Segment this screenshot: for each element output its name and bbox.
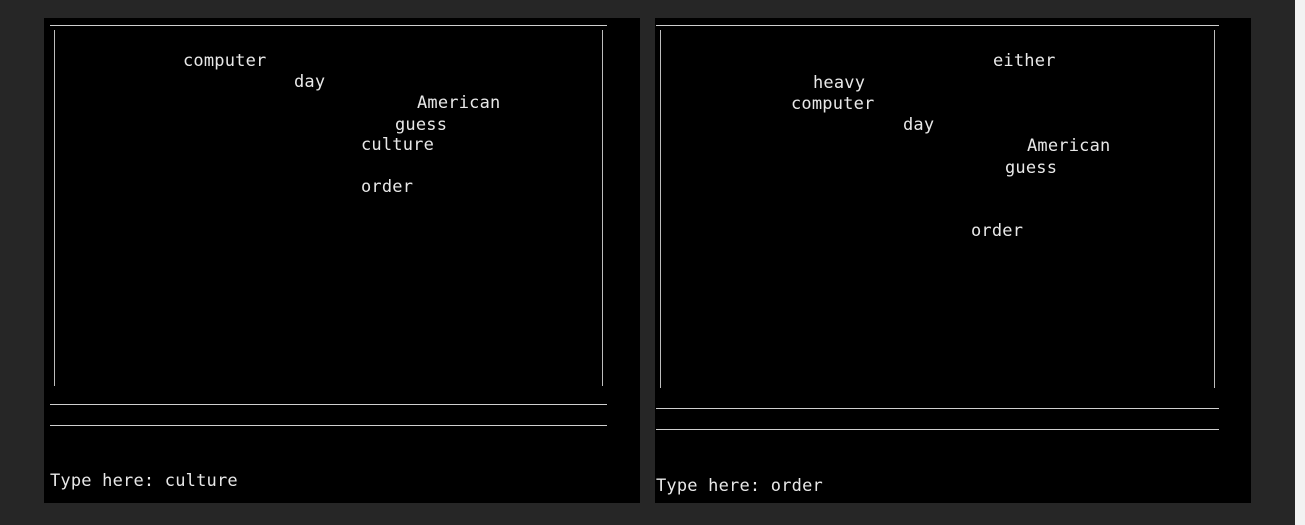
falling-word: day bbox=[294, 72, 326, 92]
falling-word: culture bbox=[361, 135, 435, 155]
falling-word: guess bbox=[1005, 158, 1058, 178]
falling-word: computer bbox=[791, 94, 875, 114]
play-area-top-border bbox=[50, 25, 607, 26]
falling-word: computer bbox=[183, 51, 267, 71]
input-area-separator bbox=[50, 425, 607, 426]
play-area-right-border bbox=[1214, 30, 1215, 388]
typed-input[interactable]: culture bbox=[165, 471, 238, 491]
play-area-right-border bbox=[602, 30, 603, 386]
prompt-label: Type here: bbox=[50, 471, 165, 491]
game-terminal-left: computer day American guess culture orde… bbox=[44, 18, 640, 503]
game-terminal-right: either heavy computer day American guess… bbox=[655, 18, 1251, 503]
falling-word: order bbox=[361, 177, 414, 197]
type-prompt[interactable]: Type here: culture bbox=[50, 471, 238, 491]
play-area-left-border bbox=[660, 30, 661, 388]
input-area-separator bbox=[656, 429, 1219, 430]
falling-word: guess bbox=[395, 115, 448, 135]
falling-word: day bbox=[903, 115, 935, 135]
play-area-bottom-border bbox=[656, 408, 1219, 409]
play-area-top-border bbox=[656, 25, 1219, 26]
prompt-label: Type here: bbox=[656, 476, 771, 496]
falling-word: order bbox=[971, 221, 1024, 241]
falling-word: either bbox=[993, 51, 1056, 71]
window-scrollbar[interactable] bbox=[1295, 0, 1305, 525]
type-prompt[interactable]: Type here: order bbox=[656, 476, 823, 496]
play-area-bottom-border bbox=[50, 404, 607, 405]
play-area-left-border bbox=[54, 30, 55, 386]
falling-word: American bbox=[417, 93, 501, 113]
typed-input[interactable]: order bbox=[771, 476, 823, 496]
falling-word: heavy bbox=[813, 73, 866, 93]
falling-word: American bbox=[1027, 136, 1111, 156]
